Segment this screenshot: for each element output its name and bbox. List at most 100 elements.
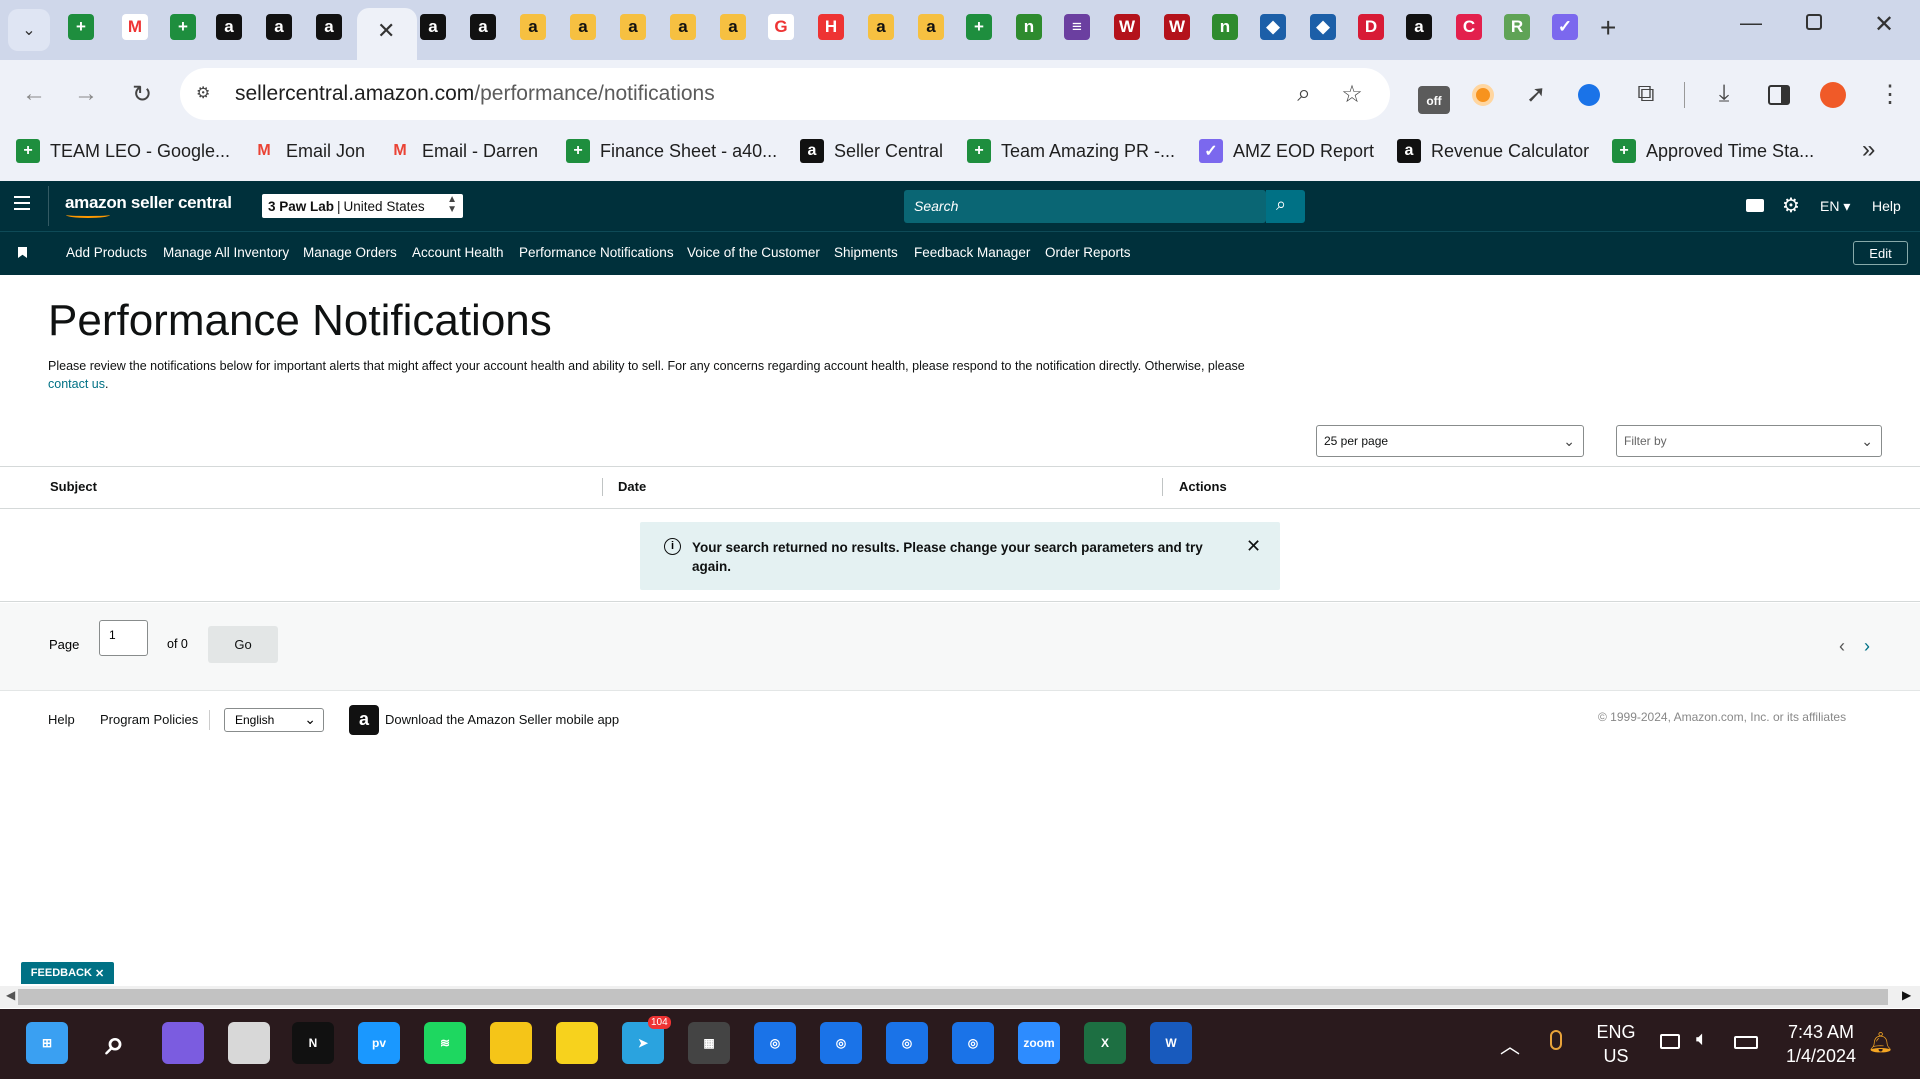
extension-arrow-icon[interactable]: ➚ <box>1522 80 1550 108</box>
store-switcher[interactable]: 3 Paw Lab | United States ▲ ▼ <box>262 194 463 218</box>
minimize-button[interactable]: — <box>1740 10 1762 36</box>
amazon-icon[interactable]: a <box>620 14 646 40</box>
word-icon[interactable]: W <box>1150 1022 1192 1064</box>
volume-icon[interactable]: 🔈︎ <box>1696 1028 1708 1051</box>
mail-icon[interactable] <box>1746 199 1764 212</box>
amazon-icon[interactable]: a <box>570 14 596 40</box>
restore-button[interactable] <box>1806 14 1822 30</box>
column-actions[interactable]: Actions <box>1179 479 1227 494</box>
honey-icon[interactable]: H <box>818 14 844 40</box>
contact-us-link[interactable]: contact us <box>48 377 105 391</box>
amazon-icon[interactable]: a <box>216 14 242 40</box>
bookmark-item[interactable]: a Revenue Calculator <box>1397 136 1589 166</box>
column-subject[interactable]: Subject <box>50 479 97 494</box>
active-tab[interactable]: ✕ <box>357 8 417 60</box>
hamburger-menu-icon[interactable] <box>14 196 30 210</box>
menu-dots-icon[interactable]: ⋮ <box>1876 80 1904 108</box>
bookmark-item[interactable]: + Finance Sheet - a40... <box>566 136 777 166</box>
settings-gear-icon[interactable]: ⚙ <box>1782 193 1800 218</box>
circle-icon[interactable]: C <box>1456 14 1482 40</box>
footer-language-select[interactable]: English ⌄ <box>224 708 324 732</box>
scroll-left-icon[interactable]: ◀ <box>6 988 15 1002</box>
network-icon[interactable] <box>1660 1034 1680 1049</box>
file-explorer-icon[interactable] <box>490 1022 532 1064</box>
zoom-icon[interactable]: ⌕ <box>1290 80 1318 108</box>
amazon-icon[interactable]: a <box>670 14 696 40</box>
bookmark-item[interactable]: + Approved Time Sta... <box>1612 136 1814 166</box>
chrome-icon[interactable]: ◎ <box>952 1022 994 1064</box>
amazon-icon[interactable]: a <box>420 14 446 40</box>
scroll-right-icon[interactable]: ▶ <box>1902 988 1911 1002</box>
download-app-link[interactable]: Download the Amazon Seller mobile app <box>385 712 619 727</box>
robot-icon[interactable]: R <box>1504 14 1530 40</box>
download-icon[interactable]: ⤓ <box>1710 80 1738 108</box>
close-icon[interactable]: ✕ <box>1246 536 1261 557</box>
zoom-icon[interactable]: zoom <box>1018 1022 1060 1064</box>
chrome-icon[interactable]: ◎ <box>754 1022 796 1064</box>
nav-link[interactable]: Performance Notifications <box>519 245 674 260</box>
bookmark-item[interactable]: a Seller Central <box>800 136 943 166</box>
bookmark-star-icon[interactable]: ☆ <box>1338 80 1366 108</box>
start-icon[interactable]: ⊞ <box>26 1022 68 1064</box>
bookmark-item[interactable]: + TEAM LEO - Google... <box>16 136 230 166</box>
side-panel-icon[interactable] <box>1768 85 1790 105</box>
files-icon[interactable] <box>228 1022 270 1064</box>
bookmark-item[interactable]: M Email - Darren <box>388 136 538 166</box>
close-icon[interactable]: ✕ <box>95 967 104 980</box>
input-language[interactable]: ENG US <box>1594 1020 1638 1068</box>
reload-icon[interactable]: ↻ <box>128 80 156 108</box>
clickup-icon[interactable]: ✓ <box>1552 14 1578 40</box>
excel-icon[interactable]: X <box>1084 1022 1126 1064</box>
prev-page-icon[interactable]: ‹ <box>1839 636 1845 657</box>
close-window-button[interactable]: ✕ <box>1874 10 1894 39</box>
diamond-icon[interactable]: ◆ <box>1310 14 1336 40</box>
per-page-select[interactable]: 25 per page ⌄ <box>1316 425 1584 457</box>
gmail-icon[interactable]: M <box>122 14 148 40</box>
notification-bell-icon[interactable]: 🔔︎ <box>1868 1030 1893 1055</box>
scrollbar-thumb[interactable] <box>18 989 1888 1005</box>
extension-orange-icon[interactable] <box>1472 84 1494 106</box>
amazon-icon[interactable]: a <box>470 14 496 40</box>
copilot-icon[interactable] <box>162 1022 204 1064</box>
amazon-icon[interactable]: a <box>868 14 894 40</box>
next-page-icon[interactable]: › <box>1864 636 1870 657</box>
list-icon[interactable]: ≡ <box>1064 14 1090 40</box>
nav-link[interactable]: Manage All Inventory <box>163 245 289 260</box>
tray-chevron-icon[interactable]: ︿ <box>1500 1030 1520 1059</box>
amazon-icon[interactable]: a <box>720 14 746 40</box>
diamond-icon[interactable]: ◆ <box>1260 14 1286 40</box>
extension-blue-icon[interactable] <box>1578 84 1600 106</box>
nav-link[interactable]: Voice of the Customer <box>687 245 820 260</box>
nav-link[interactable]: Shipments <box>834 245 898 260</box>
microphone-icon[interactable] <box>1550 1030 1562 1050</box>
clock[interactable]: 7:43 AM 1/4/2024 <box>1776 1020 1866 1068</box>
amazon-icon[interactable]: a <box>1406 14 1432 40</box>
sheets-icon[interactable]: + <box>170 14 196 40</box>
search-icon[interactable]: ⌕ <box>94 1022 136 1064</box>
vw-icon[interactable]: W <box>1114 14 1140 40</box>
prime-video-icon[interactable]: pv <box>358 1022 400 1064</box>
battery-icon[interactable] <box>1734 1036 1758 1049</box>
vw-icon[interactable]: W <box>1164 14 1190 40</box>
help-link[interactable]: Help <box>1872 198 1901 214</box>
forward-icon[interactable]: → <box>72 80 100 108</box>
edit-nav-button[interactable]: Edit <box>1853 241 1908 265</box>
profile-avatar[interactable] <box>1820 82 1846 108</box>
amazon-icon[interactable]: a <box>266 14 292 40</box>
extensions-puzzle-icon[interactable]: ⧉ <box>1632 80 1660 108</box>
sheets-icon[interactable]: + <box>68 14 94 40</box>
close-icon[interactable]: ✕ <box>377 18 395 44</box>
netflix-icon[interactable]: N <box>292 1022 334 1064</box>
url-text[interactable]: sellercentral.amazon.com/performance/not… <box>235 82 715 106</box>
amazon-icon[interactable]: a <box>520 14 546 40</box>
bookmark-item[interactable]: M Email Jon <box>252 136 365 166</box>
chrome-icon[interactable]: ◎ <box>886 1022 928 1064</box>
seller-central-logo[interactable]: amazon seller central <box>65 193 232 213</box>
nav-link[interactable]: Add Products <box>66 245 147 260</box>
spotify-icon[interactable]: ≋ <box>424 1022 466 1064</box>
extension-off-icon[interactable]: off <box>1418 86 1450 114</box>
new-tab-button[interactable]: + <box>1600 12 1616 44</box>
nav-link[interactable]: Order Reports <box>1045 245 1131 260</box>
nav-link[interactable]: Feedback Manager <box>914 245 1030 260</box>
amazon-icon[interactable]: a <box>316 14 342 40</box>
